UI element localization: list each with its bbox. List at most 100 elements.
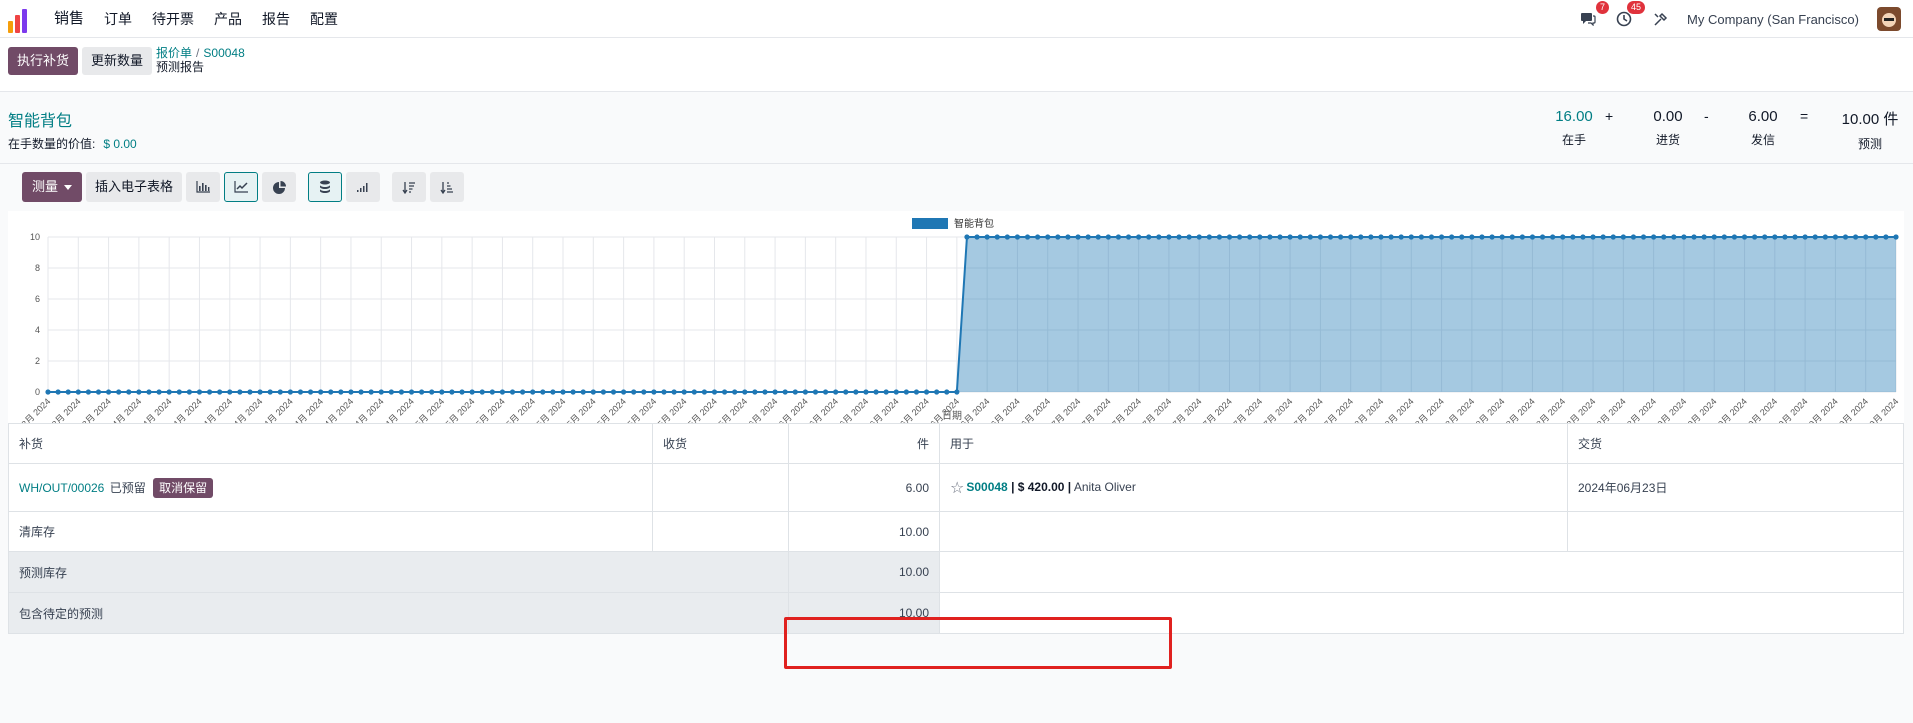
legend-label: 智能背包 xyxy=(954,217,994,230)
data-point xyxy=(1529,234,1536,240)
data-point xyxy=(691,389,697,395)
debug-tools-icon[interactable] xyxy=(1651,10,1669,28)
cell-receipt xyxy=(652,463,789,512)
pie-chart-icon[interactable] xyxy=(262,172,297,202)
menu-configuration[interactable]: 配置 xyxy=(300,0,348,38)
data-point xyxy=(1873,234,1879,240)
data-point xyxy=(1671,234,1677,240)
data-point xyxy=(45,389,51,395)
sort-asc-icon[interactable] xyxy=(430,172,465,202)
cell-quantity: 10.00 xyxy=(788,592,940,634)
data-point xyxy=(1459,234,1465,240)
data-point xyxy=(398,389,405,395)
data-point xyxy=(186,389,192,395)
data-point xyxy=(913,389,920,395)
product-header: 智能背包 在手数量的价值: $ 0.00 16.00 在手 + 0.00 进货 -… xyxy=(0,92,1913,164)
data-point xyxy=(1560,234,1566,240)
data-point xyxy=(146,389,152,395)
data-point xyxy=(459,389,465,395)
data-point xyxy=(610,389,617,395)
main-menu: 销售 订单 待开票 产品 报告 配置 xyxy=(44,0,348,38)
replenish-button[interactable]: 执行补货 xyxy=(8,47,79,75)
data-point xyxy=(833,389,839,395)
data-point xyxy=(419,389,425,395)
data-point xyxy=(1287,234,1293,240)
cumulative-icon[interactable] xyxy=(346,172,381,202)
y-tick-label: 6 xyxy=(35,294,40,304)
data-point xyxy=(1428,234,1435,240)
top-navbar: 销售 订单 待开票 产品 报告 配置 7 45 My Company (San … xyxy=(0,0,1913,38)
bar-chart-icon[interactable] xyxy=(186,172,221,202)
data-point xyxy=(1085,234,1091,240)
data-point xyxy=(1610,234,1616,240)
data-point xyxy=(1519,234,1525,240)
onhand-value-label: 在手数量的价值: xyxy=(8,137,96,151)
sort-desc-icon[interactable] xyxy=(392,172,427,202)
activities-icon[interactable]: 45 xyxy=(1615,1,1646,28)
data-point xyxy=(1237,234,1243,240)
data-point xyxy=(1136,234,1142,240)
menu-reporting[interactable]: 报告 xyxy=(252,0,300,38)
app-logo[interactable] xyxy=(8,5,38,33)
messages-badge: 7 xyxy=(1596,1,1610,14)
breadcrumb-order[interactable]: S00048 xyxy=(203,46,244,60)
order-amount: | $ 420.00 | xyxy=(1011,479,1072,494)
data-point xyxy=(984,234,990,240)
data-point xyxy=(1711,234,1717,240)
data-point xyxy=(1327,234,1334,240)
op-minus: - xyxy=(1704,108,1709,124)
col-quantity: 件 xyxy=(788,423,940,464)
op-plus: + xyxy=(1605,108,1614,124)
data-point xyxy=(1125,234,1132,240)
data-point xyxy=(1853,234,1859,240)
data-point xyxy=(1802,234,1808,240)
data-point xyxy=(1358,234,1364,240)
insert-spreadsheet-button[interactable]: 插入电子表格 xyxy=(86,172,183,202)
menu-products[interactable]: 产品 xyxy=(204,0,252,38)
menu-app-sales[interactable]: 销售 xyxy=(44,0,94,38)
reserved-status: 已预留 xyxy=(109,481,146,495)
menu-orders[interactable]: 订单 xyxy=(94,0,142,38)
data-point xyxy=(429,389,435,395)
company-switcher[interactable]: My Company (San Francisco) xyxy=(1687,12,1859,27)
data-point xyxy=(217,389,223,395)
star-icon[interactable]: ☆ xyxy=(950,480,964,497)
line-chart-icon[interactable] xyxy=(224,172,259,202)
measure-dropdown[interactable]: 测量 xyxy=(22,172,83,202)
data-point xyxy=(1792,234,1798,240)
data-point xyxy=(1782,234,1788,240)
data-point xyxy=(1105,234,1111,240)
table-row: 预测库存 10.00 xyxy=(8,551,1904,593)
data-point xyxy=(1337,234,1344,240)
data-point xyxy=(469,389,475,395)
data-point xyxy=(1600,234,1606,240)
data-point xyxy=(267,389,273,395)
data-point xyxy=(388,389,394,395)
unreserve-button[interactable]: 取消保留 xyxy=(153,478,214,498)
col-receipt: 收货 xyxy=(652,423,789,464)
user-avatar[interactable] xyxy=(1877,7,1901,31)
picking-link[interactable]: WH/OUT/00026 xyxy=(19,481,104,495)
data-point xyxy=(1580,234,1586,240)
data-point xyxy=(237,389,243,395)
data-point xyxy=(883,389,889,395)
y-tick-label: 4 xyxy=(35,325,40,335)
kpi-on-hand[interactable]: 16.00 在手 xyxy=(1544,108,1604,148)
product-name-link[interactable]: 智能背包 xyxy=(8,107,72,131)
update-quantity-button[interactable]: 更新数量 xyxy=(82,47,153,75)
order-link[interactable]: S00048 xyxy=(966,480,1007,494)
data-point xyxy=(530,389,536,395)
data-point xyxy=(641,389,647,395)
data-point xyxy=(560,389,566,395)
breadcrumb: 报价单 / S00048 预测报告 xyxy=(156,46,245,74)
data-point xyxy=(550,389,556,395)
breadcrumb-quotations[interactable]: 报价单 xyxy=(156,46,192,60)
messages-icon[interactable]: 7 xyxy=(1579,1,1610,28)
stacked-icon[interactable] xyxy=(308,172,343,202)
control-panel: 执行补货 更新数量 报价单 / S00048 预测报告 xyxy=(0,38,1913,92)
menu-to-invoice[interactable]: 待开票 xyxy=(142,0,204,38)
data-point xyxy=(1024,234,1031,240)
data-point xyxy=(1550,234,1556,240)
data-point xyxy=(1408,234,1414,240)
data-point xyxy=(1661,234,1667,240)
